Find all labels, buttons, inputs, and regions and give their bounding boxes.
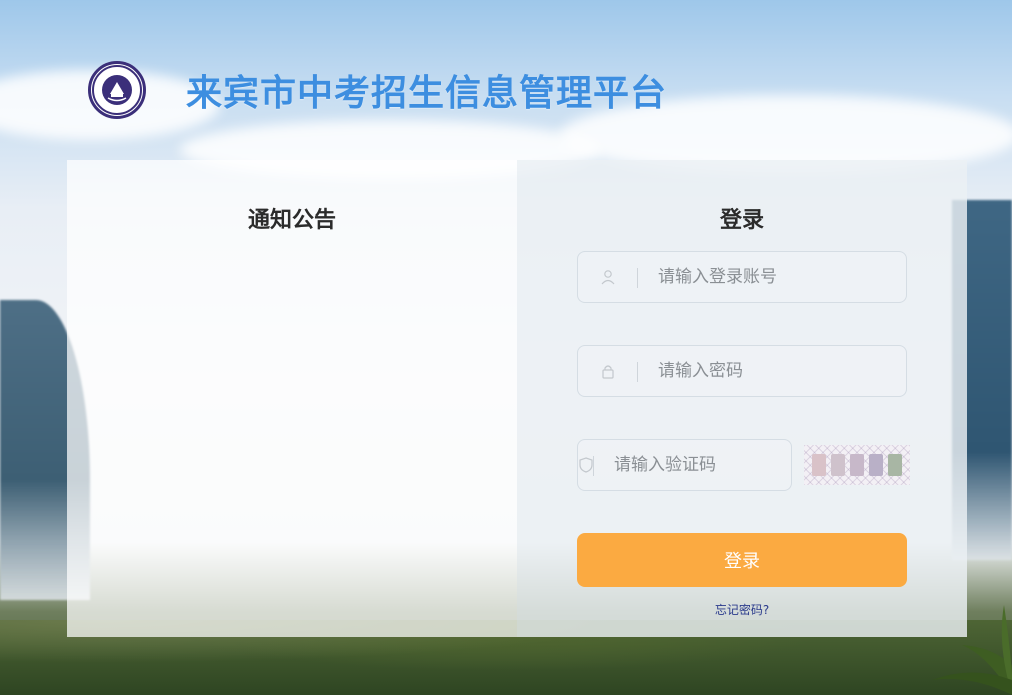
captcha-char [868, 454, 883, 476]
emblem-icon [92, 65, 142, 115]
captcha-input[interactable] [594, 439, 835, 491]
notice-section: 通知公告 [67, 160, 517, 637]
login-title: 登录 [719, 208, 764, 233]
header: 来宾市中考招生信息管理平台 [88, 55, 667, 125]
notice-title: 通知公告 [247, 208, 336, 233]
captcha-image[interactable] [804, 445, 910, 485]
forgot-password-link[interactable]: 忘记密码? [517, 601, 967, 618]
captcha-char [831, 454, 846, 476]
user-icon [578, 252, 638, 302]
login-button[interactable]: 登录 [577, 533, 907, 587]
password-input[interactable] [638, 345, 906, 397]
username-field[interactable] [577, 251, 907, 303]
captcha-char [887, 454, 902, 476]
captcha-field[interactable] [577, 439, 835, 491]
logo [88, 61, 146, 119]
username-input[interactable] [638, 251, 906, 303]
password-field[interactable] [577, 345, 907, 397]
main-panel: 通知公告 登录 登录 [67, 160, 967, 637]
lock-icon [578, 346, 638, 396]
captcha-char [812, 454, 827, 476]
site-title: 来宾市中考招生信息管理平台 [186, 73, 668, 114]
captcha-char [849, 454, 864, 476]
login-section: 登录 登录 忘记密码? [517, 160, 967, 637]
shield-icon [578, 440, 594, 490]
